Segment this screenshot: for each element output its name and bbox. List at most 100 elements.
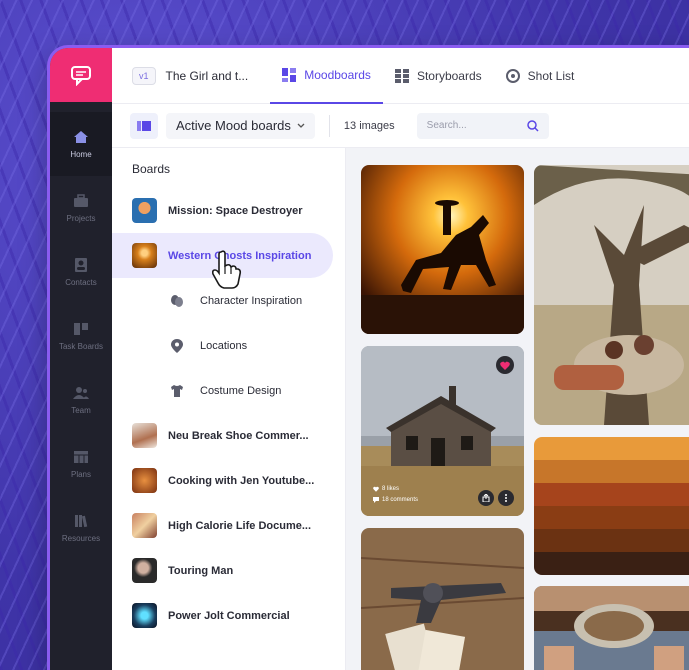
- board-thumbnail: [132, 513, 157, 538]
- tab-storyboards[interactable]: Storyboards: [383, 48, 494, 104]
- app-logo[interactable]: [50, 48, 112, 102]
- more-options-button[interactable]: [498, 490, 514, 506]
- image-tile[interactable]: [361, 528, 524, 670]
- nav-label: Projects: [66, 213, 96, 223]
- nav-label: Plans: [70, 469, 91, 479]
- tab-label: Moodboards: [304, 67, 371, 82]
- tree-picnic-image: [534, 165, 689, 425]
- search-placeholder: Search...: [426, 120, 467, 131]
- task-board-icon: [74, 322, 88, 335]
- more-vertical-icon: [505, 494, 507, 502]
- palette-swatch: [534, 437, 689, 460]
- board-thumbnail: [132, 198, 157, 223]
- boards-panel: Boards Mission: Space Destroyer Western …: [112, 148, 346, 670]
- nav-label: Home: [70, 149, 92, 159]
- share-button[interactable]: [478, 490, 494, 506]
- tab-shot-list[interactable]: Shot List: [494, 48, 587, 104]
- image-tile[interactable]: 8 likes 18 comments: [361, 346, 524, 516]
- image-tile[interactable]: [534, 165, 689, 425]
- camera-aperture-icon: [505, 68, 520, 83]
- favorite-button[interactable]: [496, 356, 514, 374]
- boards-heading: Boards: [132, 162, 171, 176]
- image-grid: 8 likes 18 comments: [346, 148, 689, 670]
- likes-count: 8 likes: [382, 486, 400, 492]
- tab-moodboards[interactable]: Moodboards: [270, 48, 383, 104]
- image-count: 13 images: [343, 119, 395, 132]
- share-icon: [482, 494, 490, 502]
- comment-icon: [373, 497, 379, 503]
- nav-item-plans[interactable]: Plans: [50, 432, 112, 496]
- moodboard-toolbar: Active Mood boards 13 images Search...: [112, 104, 689, 148]
- nav-item-projects[interactable]: Projects: [50, 176, 112, 240]
- hand-cursor-icon: [212, 250, 242, 289]
- board-thumbnail: [132, 603, 157, 628]
- heart-icon: [500, 361, 510, 370]
- chat-logo-icon: [71, 66, 91, 86]
- storyboard-icon: [394, 68, 409, 83]
- sidebar-layout-icon: [137, 120, 151, 131]
- palette-swatch: [534, 506, 689, 529]
- nav-label: Team: [71, 405, 91, 415]
- masks-icon: [171, 294, 183, 307]
- board-label: Mission: Space Destroyer: [168, 204, 303, 217]
- shirt-icon: [171, 384, 183, 397]
- home-icon: [74, 130, 88, 143]
- view-toggle-button[interactable]: [130, 112, 158, 139]
- board-item[interactable]: Cooking with Jen Youtube...: [112, 458, 345, 503]
- board-filter-value: Active Mood boards: [176, 118, 291, 133]
- revolver-image: [361, 528, 524, 670]
- nav-item-task-boards[interactable]: Task Boards: [50, 304, 112, 368]
- board-label: Costume Design: [200, 384, 282, 397]
- board-item[interactable]: High Calorie Life Docume...: [112, 503, 345, 548]
- briefcase-icon: [74, 193, 88, 207]
- nav-label: Contacts: [65, 277, 97, 287]
- project-header: v1 The Girl and t... Moodboards Storyboa…: [112, 48, 689, 104]
- board-label: Neu Break Shoe Commer...: [168, 429, 309, 442]
- palette-swatch: [534, 483, 689, 506]
- nav-item-team[interactable]: Team: [50, 368, 112, 432]
- image-tile[interactable]: [534, 586, 689, 670]
- color-palette-tile[interactable]: [534, 437, 689, 575]
- nav-item-home[interactable]: Home: [50, 112, 112, 176]
- board-label: Cooking with Jen Youtube...: [168, 474, 315, 487]
- main-nav: Home Projects Contacts Task Boards Team …: [50, 48, 112, 670]
- board-label: High Calorie Life Docume...: [168, 519, 312, 532]
- board-label: Locations: [200, 339, 248, 352]
- sub-board-item[interactable]: Locations: [112, 323, 345, 368]
- board-item[interactable]: Touring Man: [112, 548, 345, 593]
- board-thumbnail: [132, 468, 157, 493]
- likes-row: 8 likes: [373, 486, 399, 492]
- board-filter-dropdown[interactable]: Active Mood boards: [166, 112, 315, 139]
- version-selector[interactable]: v1: [132, 66, 156, 85]
- board-label: Power Jolt Commercial: [168, 609, 290, 622]
- board-item[interactable]: Power Jolt Commercial: [112, 593, 345, 638]
- palette-swatch: [534, 529, 689, 552]
- palette-swatch: [534, 552, 689, 575]
- board-item[interactable]: Mission: Space Destroyer: [112, 188, 345, 233]
- board-thumbnail: [132, 558, 157, 583]
- palette-swatch: [534, 460, 689, 483]
- tab-label: Shot List: [527, 68, 575, 83]
- comments-row: 18 comments: [373, 497, 418, 503]
- search-input[interactable]: Search...: [416, 112, 549, 139]
- moodboard-icon: [282, 67, 297, 82]
- resources-icon: [75, 514, 88, 527]
- tab-label: Storyboards: [416, 68, 482, 83]
- image-tile[interactable]: [361, 165, 524, 334]
- comments-count: 18 comments: [382, 497, 419, 503]
- nav-label: Task Boards: [58, 341, 104, 351]
- board-item[interactable]: Neu Break Shoe Commer...: [112, 413, 345, 458]
- board-thumbnail: [132, 423, 157, 448]
- nav-item-contacts[interactable]: Contacts: [50, 240, 112, 304]
- belt-buckle-image: [534, 586, 689, 670]
- project-title[interactable]: The Girl and t...: [166, 69, 249, 83]
- board-thumbnail: [132, 243, 157, 268]
- team-icon: [73, 386, 89, 399]
- cowboy-sunset-image: [361, 165, 524, 334]
- sub-board-item[interactable]: Costume Design: [112, 368, 345, 413]
- heart-small-icon: [373, 486, 379, 492]
- search-icon: [526, 119, 539, 132]
- nav-item-resources[interactable]: Resources: [50, 496, 112, 560]
- board-label: Touring Man: [168, 564, 234, 577]
- toolbar-divider: [328, 114, 330, 137]
